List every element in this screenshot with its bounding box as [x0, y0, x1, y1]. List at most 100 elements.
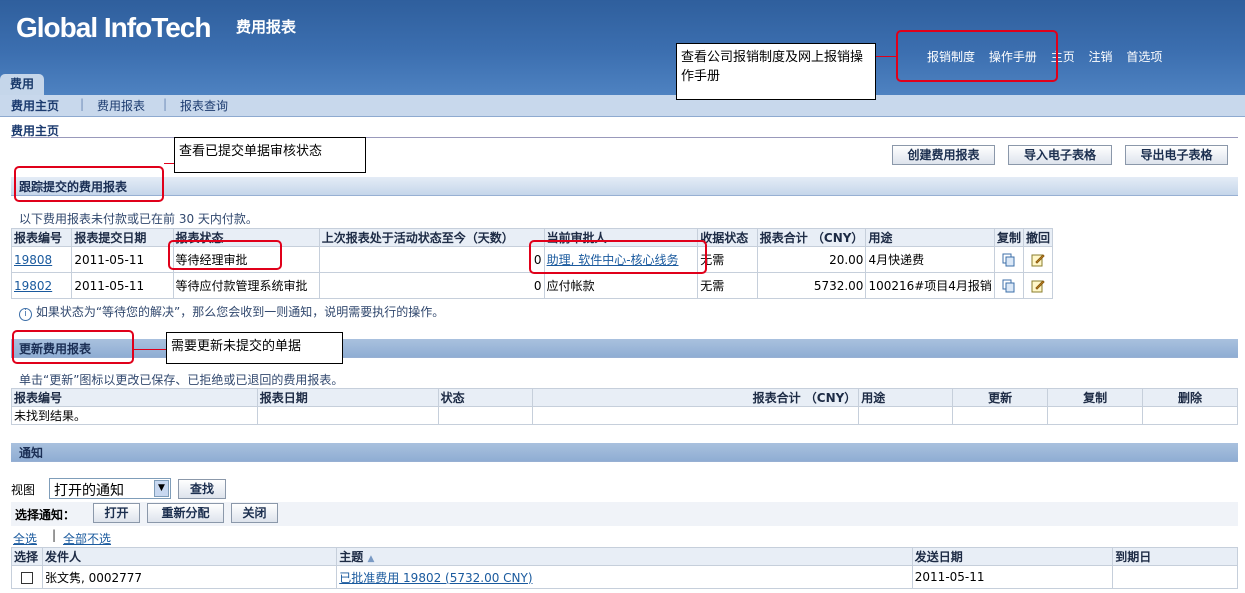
col-select: 选择 — [11, 547, 43, 566]
col-total: 报表合计 （CNY） — [756, 228, 867, 247]
notifications-section-title: 通知 — [19, 446, 44, 460]
table-row: 未找到结果。 — [11, 406, 1238, 425]
sender: 张文隽, 0002777 — [41, 565, 338, 589]
submitted-section-header: 跟踪提交的费用报表 — [11, 177, 1238, 196]
col-due-date: 到期日 — [1112, 547, 1238, 566]
subnav-query[interactable]: 报表查询 — [180, 97, 228, 114]
report-purpose: 100216#项目4月报销 — [865, 272, 995, 299]
col-purpose: 用途 — [858, 388, 954, 407]
active-days: 0 — [318, 246, 545, 273]
report-id-link[interactable]: 19802 — [14, 279, 52, 293]
tab-expense[interactable]: 费用 — [0, 74, 44, 95]
update-note: 单击“更新”图标以更改已保存、已拒绝或已退回的费用报表。 — [19, 373, 344, 387]
copy-cell — [993, 246, 1024, 273]
annotation-update: 需要更新未提交的单据 — [166, 332, 343, 364]
annotation-highlight-status — [168, 240, 282, 270]
notifications-section-header: 通知 — [11, 443, 1238, 462]
info-icon: i — [19, 308, 32, 321]
select-checkbox[interactable] — [20, 571, 33, 584]
export-spreadsheet-button[interactable]: 导出电子表格 — [1125, 145, 1228, 165]
sort-ascending-icon: ▲ — [367, 554, 375, 564]
table-row: 张文隽, 0002777 已批准费用 19802 (5732.00 CNY) 2… — [11, 565, 1238, 589]
col-subject[interactable]: 主题 ▲ — [336, 547, 913, 566]
col-sent-date: 发送日期 — [911, 547, 1114, 566]
col-from: 发件人 — [41, 547, 338, 566]
col-purpose: 用途 — [865, 228, 995, 247]
close-button[interactable]: 关闭 — [231, 503, 278, 523]
col-report-date: 报表日期 — [256, 388, 439, 407]
link-separator: | — [52, 528, 57, 542]
copy-cell — [993, 272, 1024, 299]
withdraw-icon[interactable] — [1031, 253, 1045, 267]
company-logo: Global InfoTech — [16, 12, 211, 43]
submitted-note: 以下费用报表未付款或已在前 30 天内付款。 — [19, 212, 258, 226]
report-total: 5732.00 — [756, 272, 867, 299]
subnav-home[interactable]: 费用主页 — [11, 97, 59, 114]
notifications-table: 选择 发件人 主题 ▲ 发送日期 到期日 张文隽, 0002777 已批准费用 … — [11, 547, 1238, 589]
subnav-separator: | — [80, 97, 85, 111]
empty-result: 未找到结果。 — [11, 406, 258, 425]
app-title: 费用报表 — [236, 18, 297, 36]
col-subject-label: 主题 — [339, 550, 364, 564]
annotation-status: 查看已提交单据审核状态 — [174, 137, 366, 173]
table-header-row: 选择 发件人 主题 ▲ 发送日期 到期日 — [11, 547, 1238, 566]
report-id-link[interactable]: 19808 — [14, 253, 52, 267]
active-days: 0 — [318, 272, 545, 299]
annotation-highlight-approver — [529, 240, 707, 274]
select-notification-label: 选择通知： — [15, 508, 76, 522]
link-preferences[interactable]: 首选项 — [1126, 50, 1162, 64]
col-days: 上次报表处于活动状态至今（天数） — [318, 228, 545, 247]
import-spreadsheet-button[interactable]: 导入电子表格 — [1008, 145, 1112, 165]
col-report-id: 报表编号 — [11, 388, 258, 407]
annotation-arrow — [876, 56, 896, 57]
col-copy: 复制 — [1047, 388, 1144, 407]
col-total: 报表合计 （CNY） — [531, 388, 860, 407]
select-none-link[interactable]: 全部不选 — [63, 530, 111, 547]
sent-date: 2011-05-11 — [911, 565, 1114, 589]
submit-date: 2011-05-11 — [71, 272, 174, 299]
annotation-highlight-submitted — [14, 166, 164, 202]
report-status: 等待应付款管理系统审批 — [172, 272, 320, 299]
subject-link[interactable]: 已批准费用 19802 (5732.00 CNY) — [339, 571, 532, 585]
col-submit-date[interactable]: 报表提交日期 — [71, 228, 174, 247]
col-status: 状态 — [437, 388, 533, 407]
submit-date: 2011-05-11 — [71, 246, 174, 273]
col-update: 更新 — [952, 388, 1049, 407]
chevron-down-icon[interactable]: ▼ — [154, 480, 169, 497]
update-reports-table: 报表编号 报表日期 状态 报表合计 （CNY） 用途 更新 复制 删除 未找到结… — [11, 388, 1238, 425]
view-select[interactable]: 打开的通知 ▼ — [49, 478, 171, 499]
annotation-highlight-update — [12, 330, 134, 364]
annotation-highlight-policy — [896, 30, 1058, 82]
annotation-arrow — [134, 349, 166, 350]
select-cell — [11, 565, 43, 589]
withdraw-cell — [1022, 246, 1054, 273]
open-button[interactable]: 打开 — [93, 503, 140, 523]
col-withdraw: 撤回 — [1022, 228, 1054, 247]
annotation-policy: 查看公司报销制度及网上报销操作手册 — [676, 43, 876, 100]
col-report-id: 报表编号 — [10, 228, 73, 247]
copy-icon[interactable] — [1002, 279, 1016, 293]
subnav-reports[interactable]: 费用报表 — [97, 97, 145, 114]
due-date — [1112, 565, 1238, 589]
select-all-link[interactable]: 全选 — [13, 530, 37, 547]
view-select-value: 打开的通知 — [54, 483, 124, 499]
status-hint-text: 如果状态为“等待您的解决”，那么您会收到一则通知，说明需要执行的操作。 — [35, 305, 445, 319]
table-header-row: 报表编号 报表日期 状态 报表合计 （CNY） 用途 更新 复制 删除 — [11, 388, 1238, 407]
withdraw-cell — [1022, 272, 1054, 299]
subnav-separator: | — [163, 97, 168, 111]
approver-name: 应付帐款 — [543, 272, 699, 299]
copy-icon[interactable] — [1002, 253, 1016, 267]
receipt-status: 无需 — [697, 272, 758, 299]
col-copy: 复制 — [993, 228, 1024, 247]
sub-navigation: 费用主页 | 费用报表 | 报表查询 — [0, 95, 1245, 117]
status-hint: i 如果状态为“等待您的解决”，那么您会收到一则通知，说明需要执行的操作。 — [19, 303, 444, 321]
report-purpose: 4月快递费 — [865, 246, 995, 273]
reassign-button[interactable]: 重新分配 — [147, 503, 224, 523]
col-delete: 删除 — [1142, 388, 1238, 407]
annotation-arrow — [164, 163, 174, 164]
report-total: 20.00 — [756, 246, 867, 273]
search-button[interactable]: 查找 — [178, 479, 226, 499]
withdraw-icon[interactable] — [1031, 279, 1045, 293]
link-logout[interactable]: 注销 — [1089, 50, 1113, 64]
create-report-button[interactable]: 创建费用报表 — [892, 145, 995, 165]
